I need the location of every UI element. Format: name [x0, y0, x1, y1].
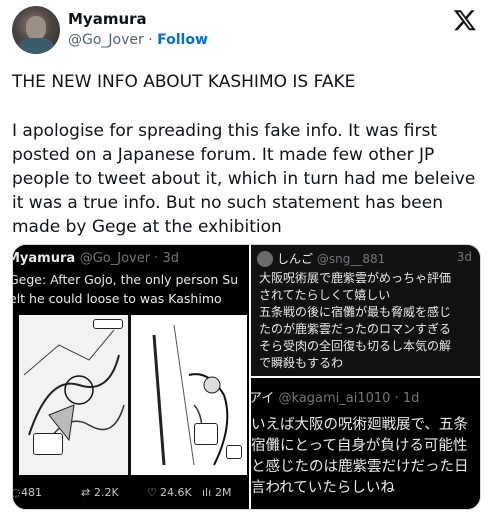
author-avatar[interactable]	[12, 6, 60, 54]
like-count: 24.6K	[160, 486, 192, 499]
reply-count: 481	[21, 486, 42, 499]
reply-icon: ◌	[13, 486, 21, 499]
media-image-top-right[interactable]: しんご @sng__881 3d 大阪呪術展で鹿紫雲がめっちゃ評価 されてたらし…	[251, 245, 480, 376]
jp-line-3: 五条戦の後に宿儺が最も脅威を感じ	[259, 305, 452, 319]
view-count: 2M	[215, 486, 232, 499]
heart-icon: ♡	[147, 486, 157, 499]
jp-line-b4: 言われていたらしいね	[251, 480, 395, 496]
jp-line-6: で瞬殺もするわ	[259, 356, 344, 370]
retweet-icon: ⇄	[81, 486, 91, 499]
embedded-text-line-1: Gege: After Gojo, the only person Su	[12, 272, 239, 287]
embedded-author: Myamura @Go_Jover · 3d	[12, 251, 179, 266]
jp-line-b2: 宿儺にとって自身が負ける可能性	[251, 438, 468, 454]
tweet-body: I apologise for spreading this fake info…	[12, 121, 476, 237]
jp-line-5: そら受肉の全回復も切るし本気の解	[259, 339, 452, 353]
media-image-left[interactable]: Myamura @Go_Jover · 3d Gege: After Gojo,…	[12, 245, 249, 509]
handle-separator: ·	[148, 32, 153, 48]
x-logo-icon[interactable]	[453, 8, 477, 32]
embedded-time: 3d	[456, 250, 472, 264]
jp-line-b1: いえば大阪の呪術廻戦展で、五条	[251, 417, 468, 433]
embedded-text-line-2: elt he could loose to was Kashimo	[12, 291, 222, 306]
author-handle-line: @Go_Jover · Follow	[68, 32, 208, 48]
follow-button[interactable]: Follow	[157, 32, 208, 48]
jp-line-1: 大阪呪術展で鹿紫雲がめっちゃ評価	[259, 271, 452, 285]
views-icon: ılı	[202, 486, 212, 499]
jp-line-b3: と感じたのは鹿紫雲だけだった日	[251, 459, 469, 475]
author-name[interactable]: Myamura	[68, 10, 147, 28]
media-grid[interactable]: Myamura @Go_Jover · 3d Gege: After Gojo,…	[12, 244, 481, 510]
jp-line-4: たのが鹿紫雲だったのロマンすぎる	[259, 322, 452, 336]
author-handle[interactable]: @Go_Jover	[68, 32, 144, 48]
manga-panels	[19, 315, 247, 475]
retweet-count: 2.2K	[94, 486, 119, 499]
jp-line-2: されてたらしくて嬉しい	[259, 288, 391, 302]
embedded-author-2: しんご @sng__881	[277, 252, 386, 266]
tweet-header: Myamura @Go_Jover · Follow	[12, 6, 481, 56]
embedded-avatar	[257, 251, 273, 267]
media-image-bottom-right[interactable]: アイ @kagami_ai1010 · 1d いえば大阪の呪術廻戦展で、五条 宿…	[251, 378, 480, 509]
tweet-headline: THE NEW INFO ABOUT KASHIMO IS FAKE	[12, 72, 356, 92]
embedded-author-3: アイ @kagami_ai1010 · 1d	[251, 391, 420, 406]
